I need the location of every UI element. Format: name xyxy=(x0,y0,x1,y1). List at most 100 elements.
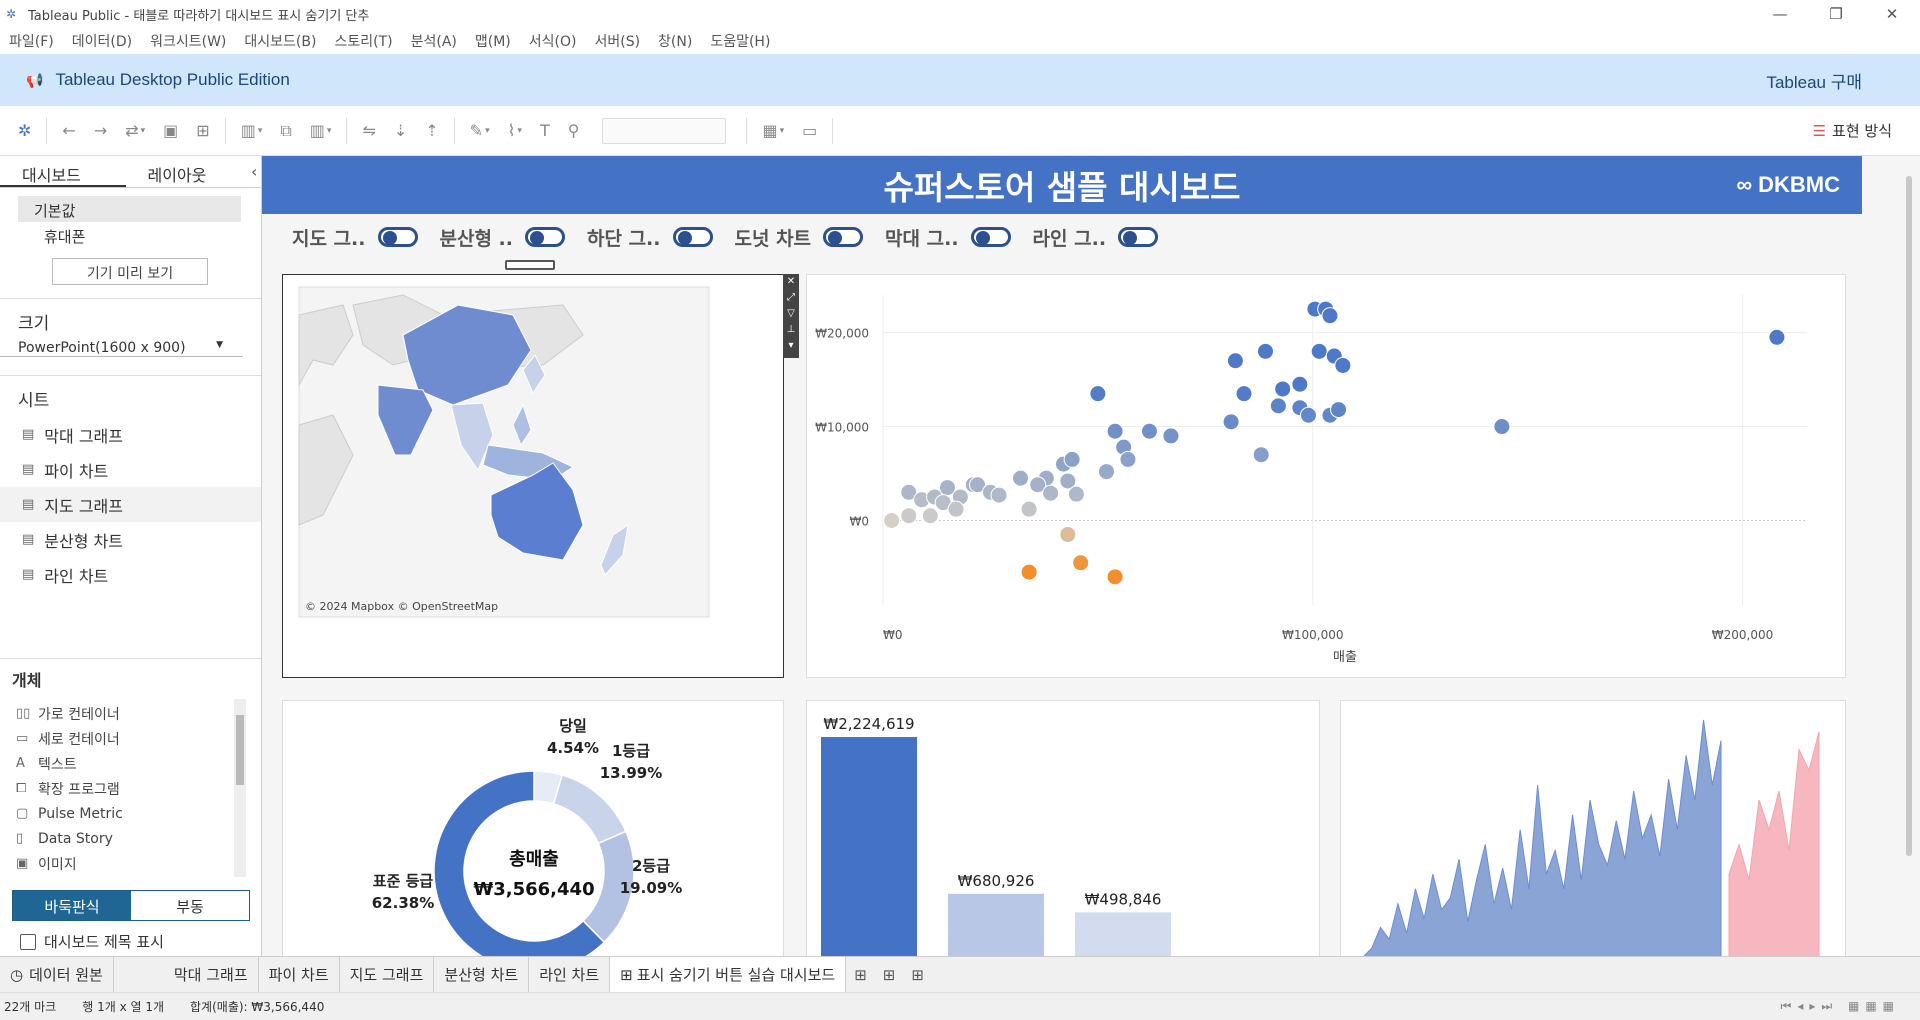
tiled-button[interactable]: 바둑판식 xyxy=(13,891,131,920)
floating-button[interactable]: 부동 xyxy=(131,891,249,920)
save-icon[interactable]: ▣ xyxy=(163,121,178,140)
close-window-button[interactable]: ✕ xyxy=(1864,5,1920,23)
donut-sheet[interactable]: 당일 4.54% 1등급 13.99% 2등급 19.09% 표준 등급 62.38% 총매출 ₩… xyxy=(282,700,784,956)
scatter-sheet[interactable]: ₩20,000 ₩10,000 ₩0 ₩0 ₩100,000 ₩200,000 매출 xyxy=(806,274,1846,678)
menu-file[interactable]: 파일(F) xyxy=(0,31,63,51)
device-phone[interactable]: 휴대폰 xyxy=(18,222,241,248)
tab-layout[interactable]: 레이아웃 xyxy=(126,156,252,187)
menu-window[interactable]: 창(N) xyxy=(649,31,701,51)
collapse-panel-icon[interactable]: ‹ xyxy=(251,156,261,187)
new-worksheet-tab-icon[interactable]: ⊞ xyxy=(846,966,875,984)
line-sheet[interactable] xyxy=(1340,700,1846,956)
toggle-bar[interactable]: 막대 그.. xyxy=(885,224,1011,251)
go-to-sheet-icon[interactable]: ⤢ xyxy=(783,290,799,306)
tableau-start-icon[interactable]: ✲ xyxy=(18,121,31,140)
menu-format[interactable]: 서식(O) xyxy=(520,31,586,51)
toggle-switch[interactable] xyxy=(377,227,418,247)
show-title-option[interactable]: 대시보드 제목 표시 xyxy=(20,931,261,952)
tab-map-graph[interactable]: 지도 그래프 xyxy=(340,956,435,993)
object-vertical-container[interactable]: ▭ 세로 컨테이너 xyxy=(0,726,261,751)
redo-icon[interactable]: → xyxy=(94,121,107,140)
tab-navigation-controls[interactable]: ⏮◂▸⏭ ▦▦▦ xyxy=(1781,999,1900,1014)
show-cards-icon[interactable]: ▦ ▾ xyxy=(762,121,784,140)
menu-map[interactable]: 맵(M) xyxy=(466,31,520,51)
map-sheet[interactable]: © 2024 Mapbox © OpenStreetMap ✕ ⤢ ▽ ⊥ ▾ xyxy=(282,274,799,679)
object-image[interactable]: ▣ 이미지 xyxy=(0,851,261,876)
swap-icon[interactable]: ⇋ xyxy=(362,121,375,140)
tab-data-source[interactable]: ◷ 데이터 원본 xyxy=(0,956,114,993)
more-options-icon[interactable]: ▾ xyxy=(783,338,799,354)
minimize-button[interactable]: — xyxy=(1752,5,1808,23)
sort-descending-icon[interactable]: ⇡ xyxy=(425,121,438,140)
object-text[interactable]: A 텍스트 xyxy=(0,751,261,776)
duplicate-icon[interactable]: ⧉ xyxy=(280,121,291,141)
sheet-item-pie[interactable]: ▤ 파이 차트 xyxy=(0,452,261,487)
toggle-switch[interactable] xyxy=(970,227,1011,247)
dashboard-vertical-scrollbar[interactable] xyxy=(1906,176,1912,856)
buy-tableau-link[interactable]: Tableau 구매 xyxy=(1766,68,1862,93)
toggle-line[interactable]: 라인 그.. xyxy=(1033,224,1159,251)
bar-chart[interactable]: ₩2,224,619 ₩680,926 ₩498,846 xyxy=(807,701,1321,956)
object-horizontal-container[interactable]: ▯▯ 가로 컨테이너 xyxy=(0,701,261,726)
sheet-item-scatter[interactable]: ▤ 분산형 차트 xyxy=(0,522,261,557)
donut-chart[interactable]: 당일 4.54% 1등급 13.99% 2등급 19.09% 표준 등급 62.38% 총매출 ₩… xyxy=(283,701,785,956)
show-me-button[interactable]: ☰ 표현 방식 xyxy=(1813,120,1892,141)
toggle-switch[interactable] xyxy=(525,227,565,247)
labels-icon[interactable]: T xyxy=(540,121,550,140)
toggle-bottom[interactable]: 하단 그.. xyxy=(587,224,713,251)
new-dashboard-tab-icon[interactable]: ⊞ xyxy=(875,966,904,984)
device-preview-button[interactable]: 기기 미리 보기 xyxy=(52,258,208,285)
device-default[interactable]: 기본값 xyxy=(18,196,241,222)
new-story-tab-icon[interactable]: ⊞ xyxy=(903,966,932,984)
sheet-item-bar[interactable]: ▤ 막대 그래프 xyxy=(0,417,261,452)
menu-server[interactable]: 서버(S) xyxy=(585,31,649,51)
size-dropdown[interactable]: PowerPoint(1600 x 900) ▼ xyxy=(0,334,243,357)
map-chart[interactable]: © 2024 Mapbox © OpenStreetMap xyxy=(283,275,785,679)
group-icon[interactable]: ⌇ ▾ xyxy=(508,121,522,140)
toggle-donut[interactable]: 도넛 차트 xyxy=(735,224,864,251)
menu-dashboard[interactable]: 대시보드(B) xyxy=(235,31,325,51)
tab-dashboard[interactable]: 대시보드 xyxy=(0,156,126,187)
menu-story[interactable]: 스토리(T) xyxy=(325,31,401,51)
pin-icon[interactable]: ⊥ xyxy=(783,322,799,338)
toggle-switch[interactable] xyxy=(672,227,713,247)
remove-sheet-icon[interactable]: ✕ xyxy=(783,274,799,290)
toggle-switch[interactable] xyxy=(823,227,864,247)
bar-sheet[interactable]: ₩2,224,619 ₩680,926 ₩498,846 xyxy=(806,700,1320,956)
presentation-icon[interactable]: ▭ xyxy=(802,121,817,140)
highlight-icon[interactable]: ✎ ▾ xyxy=(470,121,490,140)
area-chart[interactable] xyxy=(1341,701,1847,956)
menu-help[interactable]: 도움말(H) xyxy=(701,31,779,51)
toggle-map[interactable]: 지도 그.. xyxy=(292,224,418,251)
undo-icon[interactable]: ← xyxy=(62,121,75,140)
objects-scroll-thumb[interactable] xyxy=(236,715,244,785)
tab-active-dashboard[interactable]: ⊞ 표시 숨기기 버튼 실습 대시보드 xyxy=(610,956,847,993)
fit-dropdown[interactable] xyxy=(602,117,727,144)
clear-sheet-icon[interactable]: ▥ ▾ xyxy=(310,121,332,140)
drag-handle[interactable] xyxy=(505,260,555,270)
object-extension[interactable]: ⧠ 확장 프로그램 xyxy=(0,776,261,801)
show-title-checkbox[interactable] xyxy=(20,933,36,950)
toggle-switch[interactable] xyxy=(1118,227,1159,247)
scatter-chart[interactable]: ₩20,000 ₩10,000 ₩0 ₩0 ₩100,000 ₩200,000 매출 xyxy=(807,275,1847,679)
menu-worksheet[interactable]: 워크시트(W) xyxy=(141,31,235,51)
tab-line-chart[interactable]: 라인 차트 xyxy=(529,956,611,993)
object-pulse-metric[interactable]: ▢ Pulse Metric xyxy=(0,801,261,826)
object-data-story[interactable]: ▯ Data Story xyxy=(0,826,261,851)
tab-bar-graph[interactable]: 막대 그래프 xyxy=(164,956,259,993)
replay-icon[interactable]: ⇄ ▾ xyxy=(125,121,145,140)
menu-data[interactable]: 데이터(D) xyxy=(63,31,141,51)
sheet-item-map[interactable]: ▤ 지도 그래프 xyxy=(0,487,261,522)
sheet-item-line[interactable]: ▤ 라인 차트 xyxy=(0,557,261,592)
toggle-scatter[interactable]: 분산형 .. xyxy=(440,224,565,251)
use-as-filter-icon[interactable]: ▽ xyxy=(783,306,799,322)
restore-button[interactable]: ❐ xyxy=(1808,5,1864,23)
pin-icon[interactable]: ⚲ xyxy=(568,121,580,140)
objects-scrollbar[interactable] xyxy=(234,699,246,877)
menu-analysis[interactable]: 분석(A) xyxy=(402,31,466,51)
new-worksheet-icon[interactable]: ▥ ▾ xyxy=(241,121,263,140)
add-datasource-icon[interactable]: ⊞ xyxy=(196,121,209,140)
sort-ascending-icon[interactable]: ⇣ xyxy=(394,121,407,140)
tab-scatter-chart[interactable]: 분산형 차트 xyxy=(434,956,530,993)
tab-pie-chart[interactable]: 파이 차트 xyxy=(259,956,340,993)
